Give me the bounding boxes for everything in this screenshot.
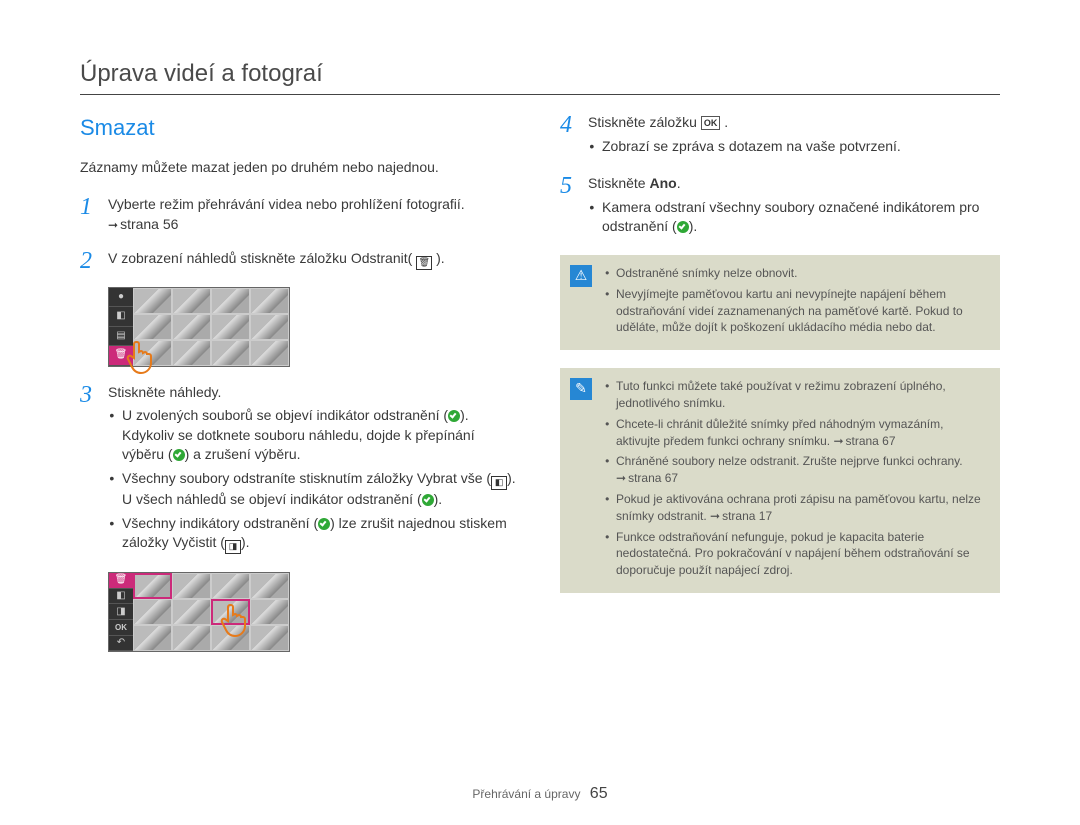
step-1: 1 Vyberte režim přehrávání videa nebo pr… [80, 195, 520, 234]
step-number: 3 [80, 383, 98, 559]
step-3-bullet-2: Všechny soubory odstraníte stisknutím zá… [122, 469, 520, 510]
step-4-text-a: Stiskněte záložku [588, 114, 701, 130]
section-title: Smazat [80, 113, 520, 144]
left-column: Smazat Záznamy můžete mazat jeden po dru… [80, 113, 520, 668]
ss2-clear-icon: ◨ [109, 604, 133, 620]
ss1-photo-icon: ◧ [109, 307, 133, 327]
step-5-bullet-1: Kamera odstraní všechny soubory označené… [602, 198, 1000, 237]
clear-icon: ◨ [225, 540, 241, 554]
screenshot-selected: 🗑 ◧ ◨ OK ↶ [108, 572, 290, 652]
step-5-bold: Ano [649, 175, 676, 191]
check-icon [318, 518, 330, 530]
info-box: ✎ Tuto funkci můžete také používat v rež… [560, 368, 1000, 593]
step-5: 5 Stiskněte Ano. Kamera odstraní všechny… [560, 174, 1000, 241]
step-4-text-b: . [724, 114, 728, 130]
info-item-2: Chcete-li chránit důležité snímky před n… [616, 416, 986, 450]
step-4-bullet-1: Zobrazí se zpráva s dotazem na vaše potv… [602, 137, 1000, 157]
screenshot-thumbs: ● ◧ ▤ 🗑 [108, 287, 290, 367]
warning-icon: ⚠ [570, 265, 592, 287]
page-ref: strana 17 [710, 509, 772, 523]
step-1-text: Vyberte režim přehrávání videa nebo proh… [108, 196, 465, 212]
step-3-bullet-1: U zvolených souborů se objeví indikátor … [122, 406, 520, 465]
step-2-text-a: V zobrazení náhledů stiskněte záložku Od… [108, 250, 412, 266]
step-4: 4 Stiskněte záložku OK . Zobrazí se zprá… [560, 113, 1000, 160]
page-ref: strana 67 [616, 471, 678, 485]
step-number: 4 [560, 113, 578, 160]
ss2-selectall-icon: ◧ [109, 589, 133, 605]
ss1-rec-icon: ● [109, 288, 133, 308]
ss1-trash-icon: 🗑 [109, 346, 133, 366]
ss1-video-icon: ▤ [109, 327, 133, 347]
select-all-icon: ◧ [491, 476, 507, 490]
check-icon [422, 494, 434, 506]
step-5-text-a: Stiskněte [588, 175, 649, 191]
footer: Přehrávání a úpravy 65 [0, 785, 1080, 803]
step-3-bullet-3: Všechny indikátory odstranění () lze zru… [122, 514, 520, 555]
step-2: 2 V zobrazení náhledů stiskněte záložku … [80, 249, 520, 273]
info-icon: ✎ [570, 378, 592, 400]
step-3: 3 Stiskněte náhledy. U zvolených souborů… [80, 383, 520, 559]
step-3-text: Stiskněte náhledy. [108, 384, 221, 400]
right-column: 4 Stiskněte záložku OK . Zobrazí se zprá… [560, 113, 1000, 668]
check-icon [677, 221, 689, 233]
page-number: 65 [590, 785, 608, 802]
step-2-text-b: ). [436, 250, 445, 266]
info-item-5: Funkce odstraňování nefunguje, pokud je … [616, 529, 986, 579]
step-number: 1 [80, 195, 98, 234]
check-icon [173, 449, 185, 461]
ok-icon: OK [701, 116, 721, 130]
ss2-trash-icon: 🗑 [109, 573, 133, 589]
page-title: Úprava videí a fotograí [80, 60, 1000, 95]
warn-item-1: Odstraněné snímky nelze obnovit. [616, 265, 986, 282]
page-ref: strana 56 [108, 216, 178, 232]
step-number: 2 [80, 249, 98, 273]
ss2-back-icon: ↶ [109, 636, 133, 652]
check-icon [448, 410, 460, 422]
intro-text: Záznamy můžete mazat jeden po druhém neb… [80, 158, 520, 178]
footer-section: Přehrávání a úpravy [472, 787, 580, 801]
info-item-3: Chráněné soubory nelze odstranit. Zrušte… [616, 453, 986, 487]
step-5-text-b: . [677, 175, 681, 191]
trash-icon: 🗑 [416, 256, 432, 270]
info-item-4: Pokud je aktivována ochrana proti zápisu… [616, 491, 986, 525]
info-item-1: Tuto funkci můžete také používat v režim… [616, 378, 986, 412]
ss2-ok-icon: OK [109, 620, 133, 636]
warning-box: ⚠ Odstraněné snímky nelze obnovit. Nevyj… [560, 255, 1000, 350]
page-ref: strana 67 [833, 434, 895, 448]
step-number: 5 [560, 174, 578, 241]
warn-item-2: Nevyjímejte paměťovou kartu ani nevypíne… [616, 286, 986, 336]
